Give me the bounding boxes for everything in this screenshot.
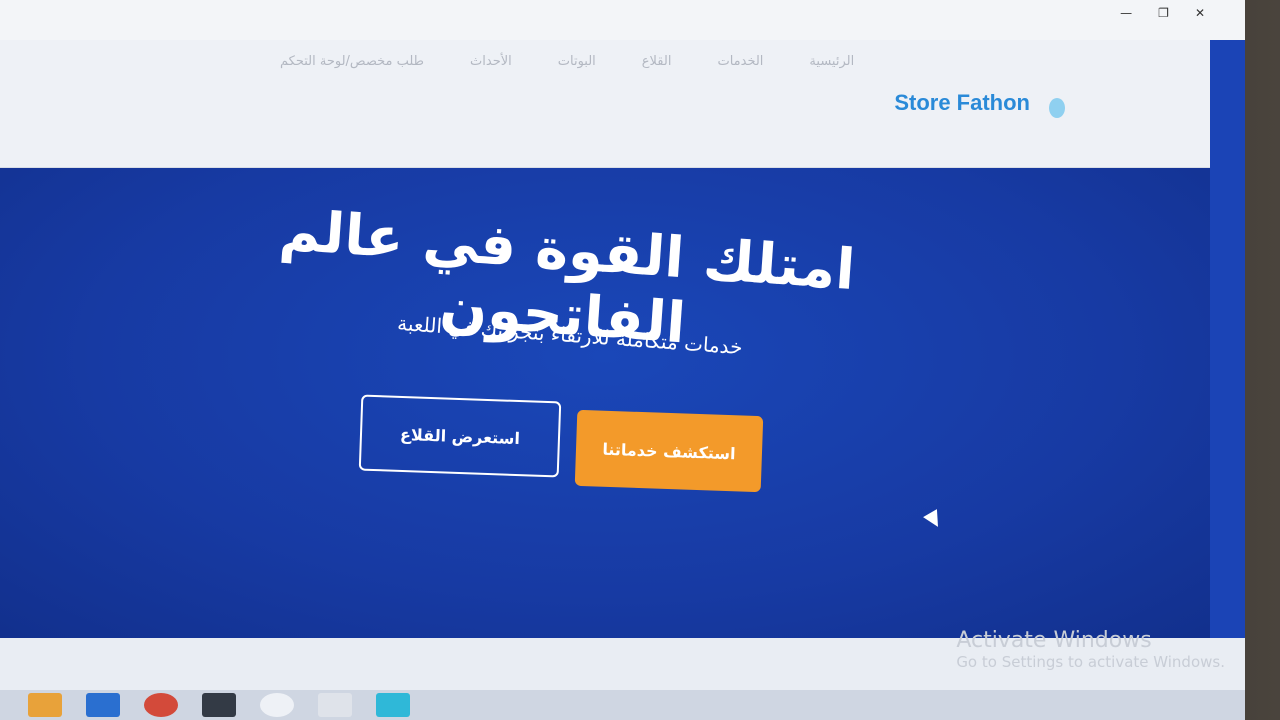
nav-home[interactable]: الرئيسية — [809, 54, 854, 69]
start-menu-icon[interactable] — [28, 693, 62, 717]
app-icon[interactable] — [260, 693, 294, 717]
activate-windows-watermark: Activate Windows Go to Settings to activ… — [956, 628, 1225, 671]
screen: — ❐ ✕ A ☆ ⚙ ★ … الرئيسية الخدمات القلاع … — [0, 0, 1245, 720]
minimize-icon[interactable]: — — [1120, 6, 1132, 20]
maximize-icon[interactable]: ❐ — [1158, 6, 1169, 20]
nav-services[interactable]: الخدمات — [717, 54, 763, 69]
window-controls: — ❐ ✕ — [1120, 6, 1205, 20]
nav-events[interactable]: الأحداث — [470, 54, 512, 69]
nav-castles[interactable]: القلاع — [642, 54, 672, 69]
close-icon[interactable]: ✕ — [1195, 6, 1205, 20]
brand-name[interactable]: Store Fathon — [894, 90, 1030, 116]
browser-titlebar — [0, 0, 1245, 40]
file-explorer-icon[interactable] — [86, 693, 120, 717]
nav-custom-request[interactable]: طلب مخصص/لوحة التحكم — [280, 54, 424, 69]
brand-logo-icon[interactable] — [1049, 98, 1065, 118]
explore-services-button[interactable]: استكشف خدماتنا — [574, 409, 764, 493]
nav-bots[interactable]: البوتات — [558, 54, 596, 69]
chrome-icon[interactable] — [144, 693, 178, 717]
taskbar — [0, 690, 1245, 720]
app-icon[interactable] — [318, 693, 352, 717]
activate-subtitle: Go to Settings to activate Windows. — [956, 653, 1225, 671]
main-nav: الرئيسية الخدمات القلاع البوتات الأحداث … — [280, 54, 854, 69]
hero-section: امتلك القوة في عالم الفاتحون خدمات متكام… — [0, 168, 1210, 638]
edge-icon[interactable] — [376, 693, 410, 717]
view-castles-button[interactable]: استعرض القلاع — [358, 394, 562, 478]
terminal-icon[interactable] — [202, 693, 236, 717]
activate-title: Activate Windows — [956, 628, 1152, 653]
site-header: الرئيسية الخدمات القلاع البوتات الأحداث … — [0, 40, 1210, 168]
